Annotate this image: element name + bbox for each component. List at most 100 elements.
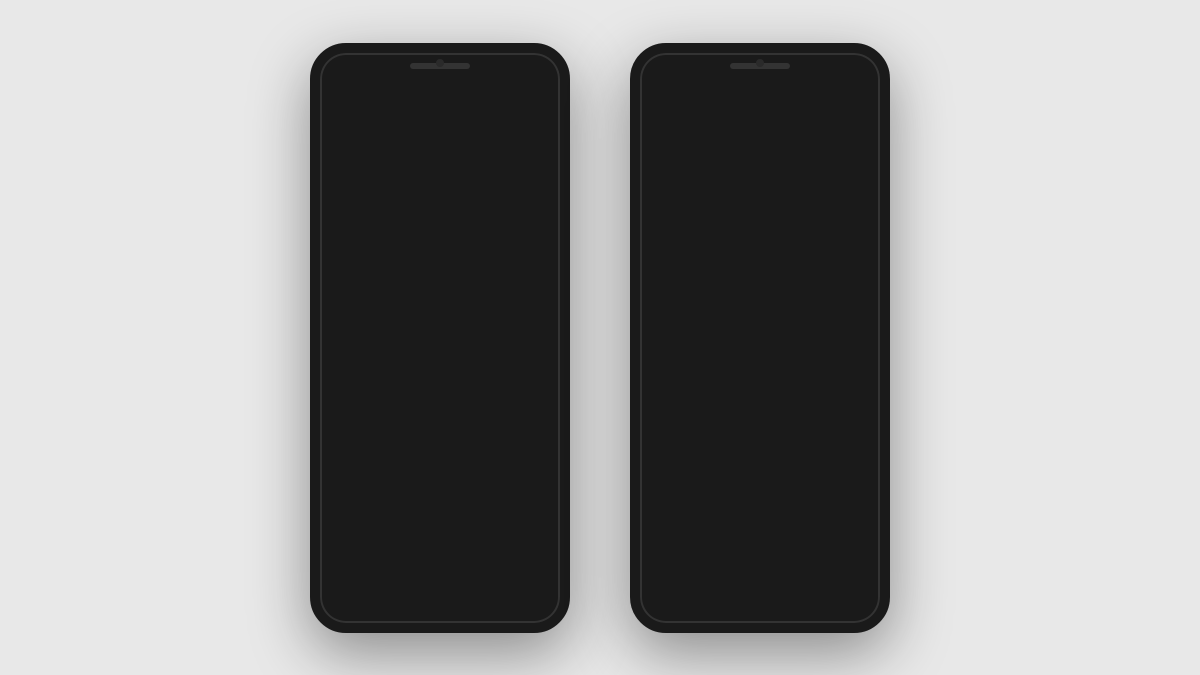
chat-item-surf[interactable]: 🏄 Surf Crew See you there! · Mon 👤 👤 xyxy=(320,513,560,579)
chat-item-amy-dark[interactable]: 👤 Amy Worrall Missed Call · 37m xyxy=(640,379,880,445)
status-icons-dark: ▲ ▲ ▊ 12:30 xyxy=(804,59,866,70)
jarrett-face: 👤 xyxy=(401,171,447,217)
roommates-name: Roommates xyxy=(392,329,528,345)
chat-item-surf-dark[interactable]: 🏄 Surf Crew See you there! · Mon 👤 👤 xyxy=(640,513,880,579)
story-your-story-dark[interactable]: + Your Story xyxy=(652,168,704,235)
search-placeholder-light: Search xyxy=(370,130,413,146)
compose-icon xyxy=(522,86,537,105)
chat-item-roommates-dark[interactable]: 🏠 Roommates Kelly sent a sticker · 9m xyxy=(640,312,880,378)
roommates-info-dark: Roommates Kelly sent a sticker · 9m xyxy=(712,329,848,361)
surf-group-avatars-dark: 👤 👤 👤 xyxy=(824,535,872,557)
compose-button-light[interactable] xyxy=(512,79,546,113)
story-jarrett[interactable]: 👤 Jarrett xyxy=(398,168,450,235)
roommates-avatar-wrap: 🏠 xyxy=(332,320,382,370)
roommates-meta xyxy=(538,340,548,350)
compose-button-dark[interactable] xyxy=(832,79,866,113)
roommates-avatar-dark: 🏠 xyxy=(652,320,702,370)
stories-row-dark: + Your Story 👤 Jarrett xyxy=(640,164,880,245)
surf-name: Surf Crew xyxy=(392,530,494,546)
search-icon-dark: 🔍 xyxy=(666,130,682,145)
hailey-label-dark: Hailey xyxy=(796,224,823,235)
roommates-preview: Kelly sent a sticker · 9m xyxy=(392,347,528,361)
surf-preview-dark: See you there! · Mon xyxy=(712,548,814,562)
chat-list-light: 👤 Christian Dalonzo Hey how's it going ·… xyxy=(320,245,560,579)
header-light: 👤 Chats xyxy=(320,72,560,122)
compose-icon-dark xyxy=(842,86,857,105)
jarrett-label: Jarrett xyxy=(409,224,439,235)
user-avatar-light[interactable]: 👤 xyxy=(334,78,370,114)
chat-item-amy[interactable]: 👤 Amy Worrall Missed Call · 37m xyxy=(320,379,560,445)
user-face: 👤 xyxy=(334,78,370,114)
roommates-avatar-wrap-dark: 🏠 xyxy=(652,320,702,370)
add-story-wrap: + xyxy=(332,168,384,220)
surf-info: Surf Crew See you there! · Mon xyxy=(392,530,494,562)
brendan-avatar-wrap: 👤 xyxy=(332,454,382,504)
screen-dark: ▲ ▲ ▊ 12:30 👤 Chats xyxy=(640,53,880,623)
story-jarrett-dark[interactable]: 👤 Jarrett xyxy=(718,168,770,235)
brendan-name: Brendan Aronoff xyxy=(392,463,538,479)
alice-wrap-dark: 👤 xyxy=(850,168,880,220)
roommates-meta-dark xyxy=(858,340,868,350)
add-story-button[interactable]: + xyxy=(332,168,384,220)
plus-icon-dark: + xyxy=(672,181,684,206)
chat-item-christian-dark[interactable]: 👤 Christian Dalonzo Hey how's it going ·… xyxy=(640,245,880,311)
camera-button-dark[interactable] xyxy=(790,79,824,113)
christian-preview: Hey how's it going · now xyxy=(392,280,528,294)
story-hailey[interactable]: 👤 Hailey xyxy=(464,168,516,235)
brendan-preview: K sounds good · 8:24am xyxy=(392,481,538,495)
camera-button-light[interactable] xyxy=(470,79,504,113)
story-your-story[interactable]: + Your Story xyxy=(332,168,384,235)
alice-wrap: 👤 xyxy=(530,168,560,220)
jarrett-wrap: 👤 xyxy=(398,168,450,220)
surf-meta: 👤 👤 👤 xyxy=(504,535,548,557)
story-alice[interactable]: 👤 Alice xyxy=(530,168,560,235)
phone-dark: ▲ ▲ ▊ 12:30 👤 Chats xyxy=(630,43,890,633)
time-display: 12:30 xyxy=(520,59,546,70)
christian-info: Christian Dalonzo Hey how's it going · n… xyxy=(392,262,528,294)
stories-row-light: + Your Story 👤 Jarrett xyxy=(320,164,560,245)
search-bar-dark[interactable]: 🔍 Search xyxy=(652,122,868,154)
amy-online-dot-dark xyxy=(688,423,701,436)
status-bar-dark: ▲ ▲ ▊ 12:30 xyxy=(640,53,880,72)
amy-unread-dark xyxy=(858,425,868,435)
christian-avatar-wrap-dark: 👤 xyxy=(652,253,702,303)
call-icon-amy-dark[interactable] xyxy=(836,388,868,420)
chat-item-brendan[interactable]: 👤 Brendan Aronoff K sounds good · 8:24am xyxy=(320,446,560,512)
christian-name: Christian Dalonzo xyxy=(392,262,528,278)
brendan-preview-dark: K sounds good · 8:24am xyxy=(712,481,858,495)
amy-avatar-wrap-dark: 👤 xyxy=(652,387,702,437)
roommates-preview-dark: Kelly sent a sticker · 9m xyxy=(712,347,848,361)
chat-item-brendan-dark[interactable]: 👤 Brendan Aronoff K sounds good · 8:24am xyxy=(640,446,880,512)
page-title-light: Chats xyxy=(378,83,462,108)
amy-avatar-wrap: 👤 xyxy=(332,387,382,437)
your-story-label: Your Story xyxy=(335,224,381,235)
amy-info-dark: Amy Worrall Missed Call · 37m xyxy=(712,396,826,428)
amy-meta-dark xyxy=(836,388,868,435)
brendan-online-dot xyxy=(368,490,381,503)
story-alice-dark[interactable]: 👤 Alice xyxy=(850,168,880,235)
wifi-icon-dark: ▲ xyxy=(804,59,814,70)
search-icon-light: 🔍 xyxy=(346,130,362,145)
surf-avatar-wrap: 🏄 xyxy=(332,521,382,571)
christian-meta-dark xyxy=(858,273,868,283)
phone-light: ▲ ▲ ▊ 12:30 👤 Chats xyxy=(310,43,570,633)
status-bar-light: ▲ ▲ ▊ 12:30 xyxy=(320,53,560,72)
hailey-wrap: 👤 xyxy=(464,168,516,220)
hailey-face: 👤 xyxy=(467,171,513,217)
call-icon-amy[interactable] xyxy=(516,388,548,420)
amy-unread xyxy=(538,425,548,435)
user-avatar-dark[interactable]: 👤 xyxy=(654,78,690,114)
search-placeholder-dark: Search xyxy=(690,130,733,146)
christian-preview-dark: Hey how's it going · now xyxy=(712,280,848,294)
jarrett-label-dark: Jarrett xyxy=(729,224,759,235)
chat-item-christian[interactable]: 👤 Christian Dalonzo Hey how's it going ·… xyxy=(320,245,560,311)
chat-item-roommates[interactable]: 🏠 Roommates Kelly sent a sticker · 9m xyxy=(320,312,560,378)
search-bar-light[interactable]: 🔍 Search xyxy=(332,122,548,154)
add-story-wrap-dark: + xyxy=(652,168,704,220)
surf-member-3: 👤 xyxy=(536,535,558,557)
story-hailey-dark[interactable]: 👤 Hailey xyxy=(784,168,836,235)
roommates-info: Roommates Kelly sent a sticker · 9m xyxy=(392,329,528,361)
amy-info: Amy Worrall Missed Call · 37m xyxy=(392,396,506,428)
add-story-button-dark[interactable]: + xyxy=(652,168,704,220)
alice-label: Alice xyxy=(545,224,560,235)
